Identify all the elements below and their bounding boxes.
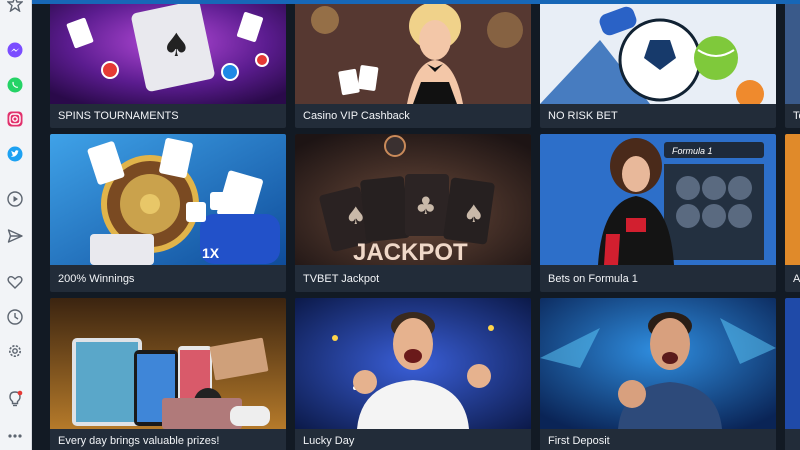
promo-card-partial-3[interactable]	[785, 298, 800, 450]
send-icon[interactable]	[5, 226, 25, 246]
favorites-star-icon[interactable]	[5, 0, 25, 14]
lightbulb-notification-icon[interactable]	[5, 389, 25, 409]
promotions-grid: ♠ SPINS TOURNAMENTS Casino VIP Cashback …	[32, 4, 800, 450]
promo-card-partial-1[interactable]: To	[785, 4, 800, 128]
promo-label: SPINS TOURNAMENTS	[58, 110, 179, 122]
promo-image-formula: Formula 1	[540, 134, 776, 265]
promo-card-partial-2[interactable]: A	[785, 134, 800, 292]
promo-card-formula-1[interactable]: Formula 1 Bets on Formula 1	[540, 134, 776, 292]
promo-card-daily-prizes[interactable]: Every day brings valuable prizes!	[50, 298, 286, 450]
promo-label: Bets on Formula 1	[548, 273, 638, 285]
promo-card-lucky-day[interactable]: Lucky Day	[295, 298, 531, 450]
promo-image-partial	[785, 298, 800, 429]
promo-label: 200% Winnings	[58, 273, 135, 285]
promo-label: Casino VIP Cashback	[303, 110, 410, 122]
promo-image-vip	[295, 4, 531, 104]
promo-label: To	[793, 110, 800, 122]
play-icon[interactable]	[5, 189, 25, 209]
svg-text:♠: ♠	[463, 200, 485, 228]
more-dots-icon[interactable]	[5, 426, 25, 446]
promo-label: First Deposit	[548, 435, 610, 447]
whatsapp-icon[interactable]	[5, 75, 25, 95]
promo-image-no-risk	[540, 4, 776, 104]
left-sidebar	[0, 0, 32, 450]
svg-text:♠: ♠	[345, 202, 367, 230]
clock-icon[interactable]	[5, 307, 25, 327]
twitter-icon[interactable]	[5, 144, 25, 164]
promo-card-tvbet-jackpot[interactable]: ♠ ♣ ♠ JACKPOT TVBET Jackpot	[295, 134, 531, 292]
brand-mark-1x: 1X	[202, 245, 220, 261]
promo-card-first-deposit[interactable]: First Deposit	[540, 298, 776, 450]
promo-image-prizes	[50, 298, 286, 429]
promo-image-partial	[785, 4, 800, 104]
promo-label: NO RISK BET	[548, 110, 618, 122]
promo-card-casino-vip-cashback[interactable]: Casino VIP Cashback	[295, 4, 531, 128]
promo-label: TVBET Jackpot	[303, 273, 380, 285]
svg-text:♣: ♣	[415, 192, 437, 220]
promo-label: Lucky Day	[303, 435, 355, 447]
promo-image-winnings: 1X	[50, 134, 286, 265]
promo-image-jackpot: ♠ ♣ ♠ JACKPOT	[295, 134, 531, 265]
messenger-icon[interactable]	[5, 40, 25, 60]
promo-card-no-risk-bet[interactable]: NO RISK BET	[540, 4, 776, 128]
promo-card-200-winnings[interactable]: 1X 200% Winnings	[50, 134, 286, 292]
instagram-icon[interactable]	[5, 109, 25, 129]
promo-label: Every day brings valuable prizes!	[58, 435, 220, 447]
svg-text:♠: ♠	[162, 26, 191, 64]
promo-card-spins-tournaments[interactable]: ♠ SPINS TOURNAMENTS	[50, 4, 286, 128]
promo-image-lucky-day	[295, 298, 531, 429]
jackpot-word: JACKPOT	[353, 239, 468, 265]
promo-image-spins: ♠	[50, 4, 286, 104]
formula-banner: Formula 1	[672, 146, 713, 156]
settings-gear-icon[interactable]	[5, 341, 25, 361]
heart-icon[interactable]	[5, 272, 25, 292]
promo-image-first-deposit	[540, 298, 776, 429]
promo-label: A	[793, 273, 800, 285]
promo-image-partial	[785, 134, 800, 265]
